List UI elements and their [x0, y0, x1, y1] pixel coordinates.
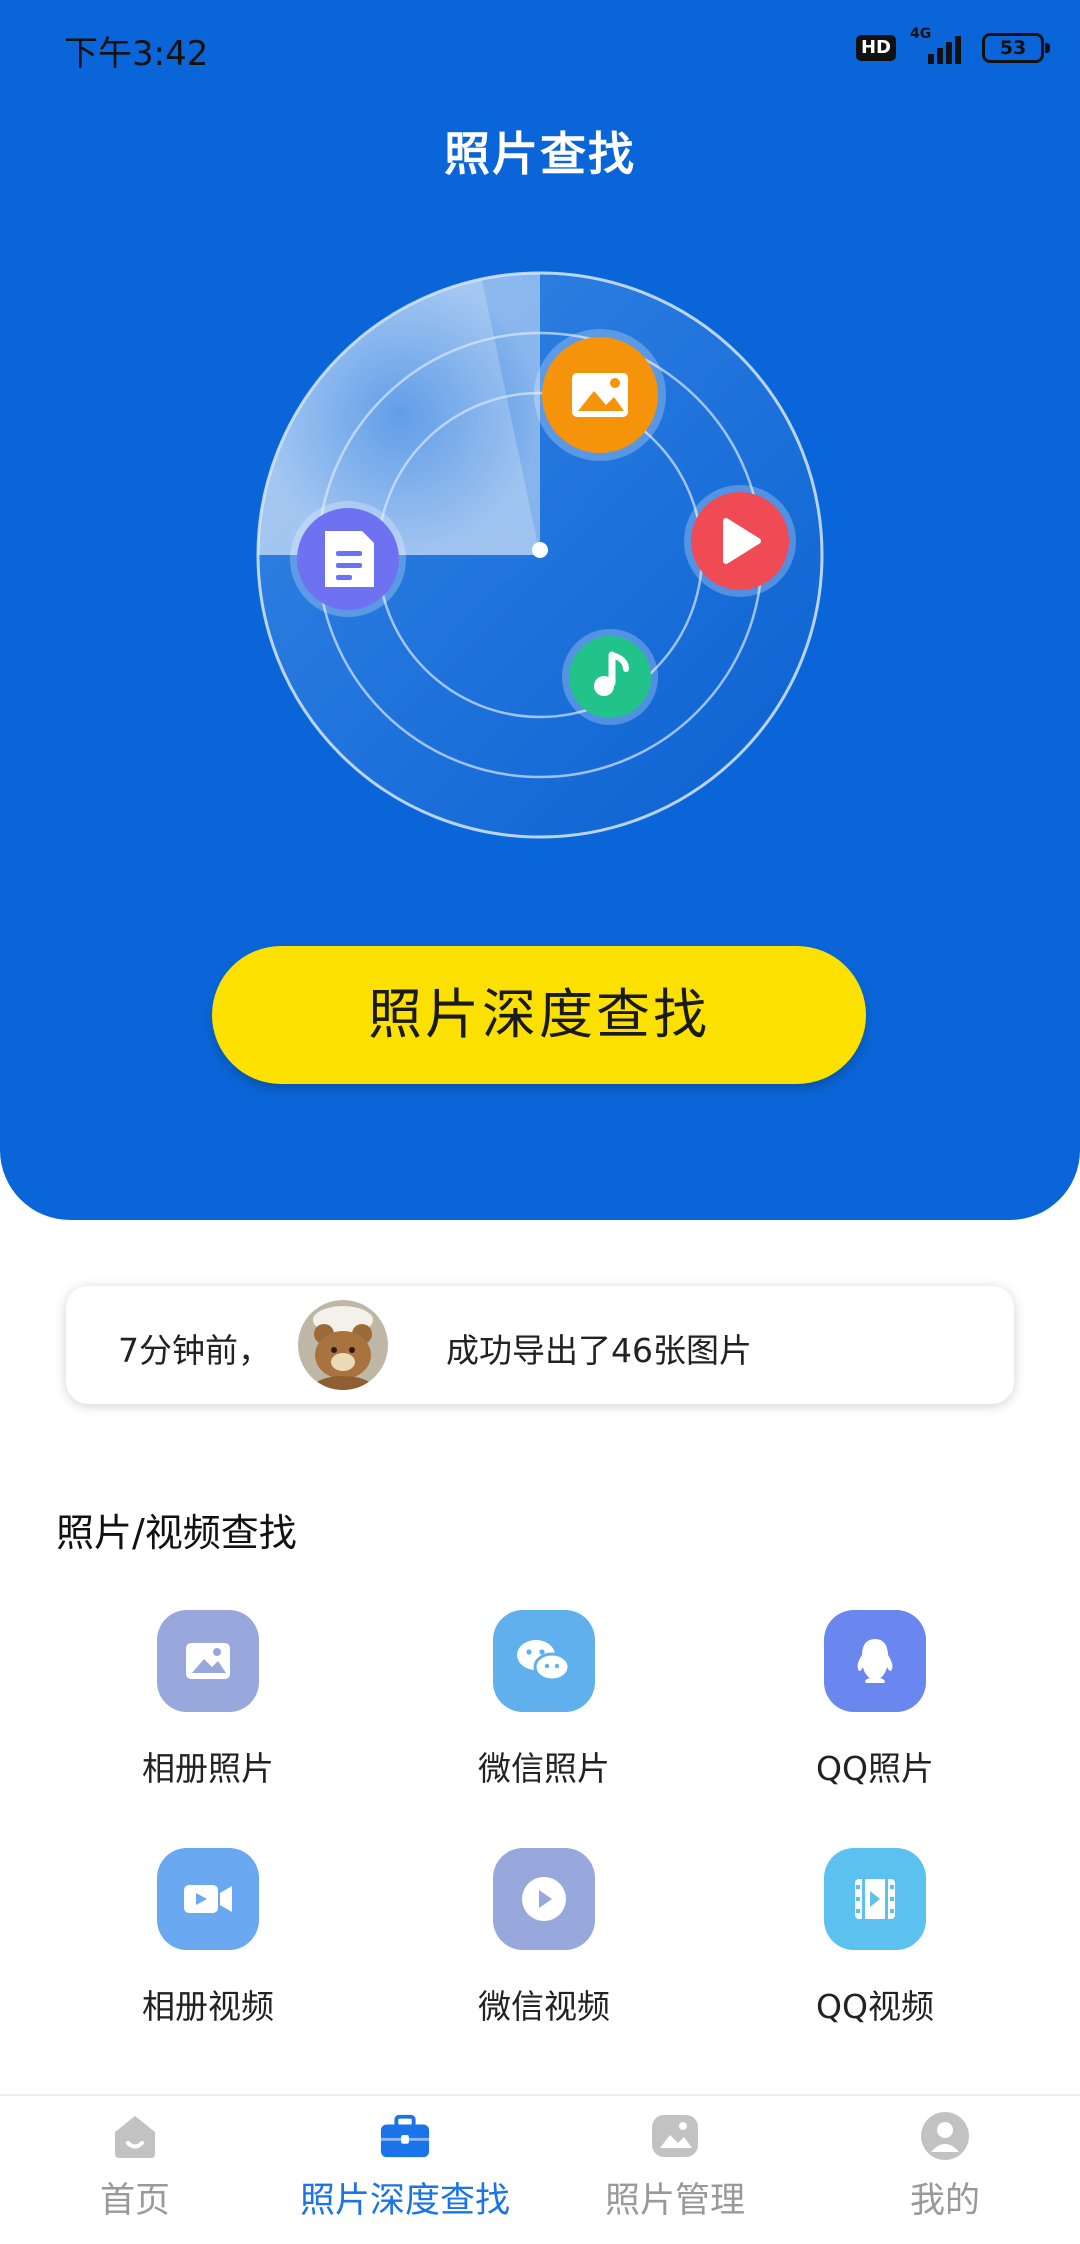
music-note-icon: [562, 629, 658, 725]
hero-panel: 下午3:42 HD 4G 53 照片查找 照片深度查找: [0, 0, 1080, 1220]
nav-item-profile[interactable]: 我的: [810, 2110, 1080, 2223]
notice-message: 成功导出了46张图片: [446, 1331, 752, 1370]
battery-icon: 53: [982, 33, 1050, 63]
signal-icon: 4G: [910, 26, 968, 66]
wechat-icon: [493, 1610, 595, 1712]
section-title: 照片/视频查找: [56, 1511, 297, 1555]
grid-label: QQ照片: [816, 1749, 934, 1788]
grid-item-qq-video[interactable]: QQ视频: [745, 1848, 1005, 2028]
qq-icon: [824, 1610, 926, 1712]
avatar: [298, 1300, 388, 1390]
nav-label: 照片管理: [604, 2181, 745, 2221]
grid-item-album-video[interactable]: 相册视频: [78, 1848, 338, 2028]
grid-label: 相册视频: [142, 1987, 274, 2026]
home-icon: [109, 2110, 161, 2162]
battery-level: 53: [999, 37, 1027, 59]
grid-item-qq-photo[interactable]: QQ照片: [745, 1610, 1005, 1790]
status-time: 下午3:42: [64, 34, 209, 74]
grid-item-wechat-photo[interactable]: 微信照片: [414, 1610, 674, 1790]
nav-label: 首页: [99, 2181, 170, 2221]
notice-time: 7分钟前，: [118, 1331, 271, 1370]
album-video-icon: [157, 1848, 259, 1950]
nav-label: 我的: [909, 2181, 980, 2221]
page-title: 照片查找: [444, 127, 636, 181]
grid-label: QQ视频: [816, 1987, 934, 2026]
wechat-video-icon: [493, 1848, 595, 1950]
image-icon: [534, 329, 666, 461]
profile-icon: [919, 2110, 971, 2162]
nav-item-photo-manage[interactable]: 照片管理: [540, 2110, 810, 2223]
gallery-icon: [649, 2110, 701, 2162]
status-indicators: HD 4G 53: [855, 26, 1050, 68]
grid-item-wechat-video[interactable]: 微信视频: [414, 1848, 674, 2028]
nav-item-deep-search[interactable]: 照片深度查找: [270, 2110, 540, 2223]
hd-badge: HD: [855, 35, 896, 61]
grid-item-album-photo[interactable]: 相册照片: [78, 1610, 338, 1790]
radar-scanner: [256, 271, 824, 839]
qq-video-icon: [824, 1848, 926, 1950]
status-bar: 下午3:42 HD 4G 53: [0, 0, 1080, 92]
deep-search-button[interactable]: 照片深度查找: [212, 946, 866, 1084]
grid-label: 微信视频: [478, 1987, 610, 2026]
grid-label: 相册照片: [142, 1749, 274, 1788]
nav-label: 照片深度查找: [299, 2181, 510, 2221]
export-notice: 7分钟前， 成功导出了46张图片: [66, 1286, 1014, 1404]
play-icon: [684, 485, 796, 597]
album-photo-icon: [157, 1610, 259, 1712]
document-icon: [290, 501, 406, 617]
grid-label: 微信照片: [478, 1749, 610, 1788]
briefcase-icon: [379, 2110, 431, 2162]
nav-item-home[interactable]: 首页: [0, 2110, 270, 2223]
bottom-navigation: 首页 照片深度查找 照片管理 我的: [0, 2094, 1080, 2244]
